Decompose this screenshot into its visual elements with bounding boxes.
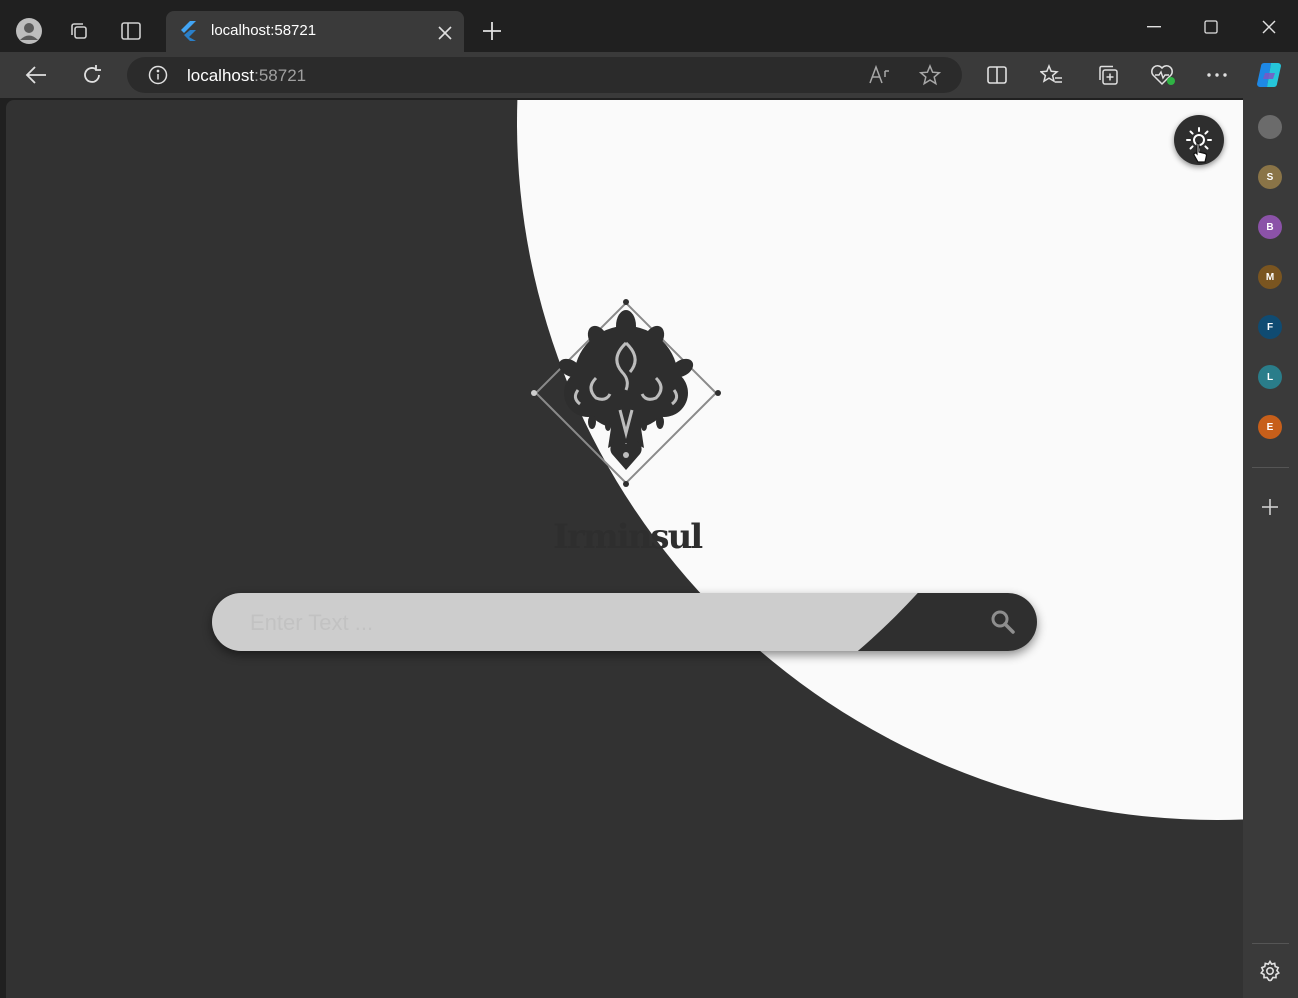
favorites-icon[interactable] bbox=[1038, 62, 1066, 88]
active-tab[interactable]: localhost:58721 bbox=[166, 11, 464, 52]
read-aloud-icon[interactable] bbox=[867, 64, 893, 86]
sidebar-app-letter: S bbox=[1266, 171, 1274, 183]
refresh-icon[interactable] bbox=[78, 61, 106, 89]
sidebar-app-f[interactable]: F bbox=[1258, 315, 1282, 339]
edge-sidebar: S B M F L E bbox=[1243, 98, 1298, 998]
url-port: :58721 bbox=[254, 66, 307, 85]
sidebar-app-m[interactable]: M bbox=[1258, 265, 1282, 289]
flutter-favicon bbox=[178, 21, 198, 41]
site-info-icon[interactable] bbox=[147, 64, 169, 86]
sidebar-app-b[interactable]: B bbox=[1258, 215, 1282, 239]
search-bar[interactable] bbox=[212, 593, 1037, 651]
sidebar-bottom-divider bbox=[1252, 943, 1289, 944]
sidebar-divider bbox=[1252, 467, 1289, 468]
sidebar-app-letter: B bbox=[1266, 221, 1274, 233]
address-bar[interactable]: localhost:58721 bbox=[127, 57, 962, 93]
title-bar: localhost:58721 bbox=[0, 0, 1298, 52]
url-host: localhost bbox=[187, 66, 255, 85]
page-viewport: Irminsul bbox=[6, 100, 1243, 998]
sidebar-app-letter: M bbox=[1265, 271, 1275, 283]
favorite-star-icon[interactable] bbox=[917, 63, 943, 87]
copilot-icon[interactable] bbox=[1253, 59, 1287, 91]
sidebar-app-0[interactable] bbox=[1258, 115, 1282, 139]
minimize-icon[interactable] bbox=[1139, 12, 1169, 42]
sidebar-app-letter: F bbox=[1266, 321, 1274, 333]
sidebar-add-icon[interactable] bbox=[1259, 496, 1281, 518]
collections-icon[interactable] bbox=[1094, 62, 1122, 88]
more-icon[interactable] bbox=[1203, 62, 1231, 88]
url-text: localhost:58721 bbox=[187, 66, 306, 86]
toolbar: localhost:58721 bbox=[0, 52, 1298, 98]
sidebar-app-letter: L bbox=[1266, 371, 1274, 383]
vertical-tabs-icon[interactable] bbox=[116, 16, 146, 46]
sidebar-settings-icon[interactable] bbox=[1258, 959, 1282, 983]
sidebar-app-l[interactable]: L bbox=[1258, 365, 1282, 389]
new-tab-icon[interactable] bbox=[478, 17, 506, 45]
close-tab-icon[interactable] bbox=[434, 22, 456, 44]
browser-essentials-icon[interactable] bbox=[1148, 62, 1178, 88]
search-icon[interactable] bbox=[990, 609, 1016, 640]
sidebar-app-s[interactable]: S bbox=[1258, 165, 1282, 189]
search-input[interactable] bbox=[248, 593, 972, 651]
brand-wordmark: Irminsul bbox=[553, 517, 703, 557]
workspaces-icon[interactable] bbox=[64, 16, 94, 46]
split-screen-icon[interactable] bbox=[983, 62, 1011, 88]
close-window-icon[interactable] bbox=[1254, 12, 1284, 42]
sidebar-app-letter: E bbox=[1266, 421, 1274, 433]
sidebar-app-e[interactable]: E bbox=[1258, 415, 1282, 439]
tab-title: localhost:58721 bbox=[211, 22, 317, 39]
back-icon[interactable] bbox=[22, 61, 50, 89]
mouse-cursor-icon bbox=[1192, 142, 1208, 169]
irminsul-tree-logo bbox=[526, 298, 726, 503]
maximize-icon[interactable] bbox=[1196, 12, 1226, 42]
profile-icon[interactable] bbox=[14, 16, 44, 46]
